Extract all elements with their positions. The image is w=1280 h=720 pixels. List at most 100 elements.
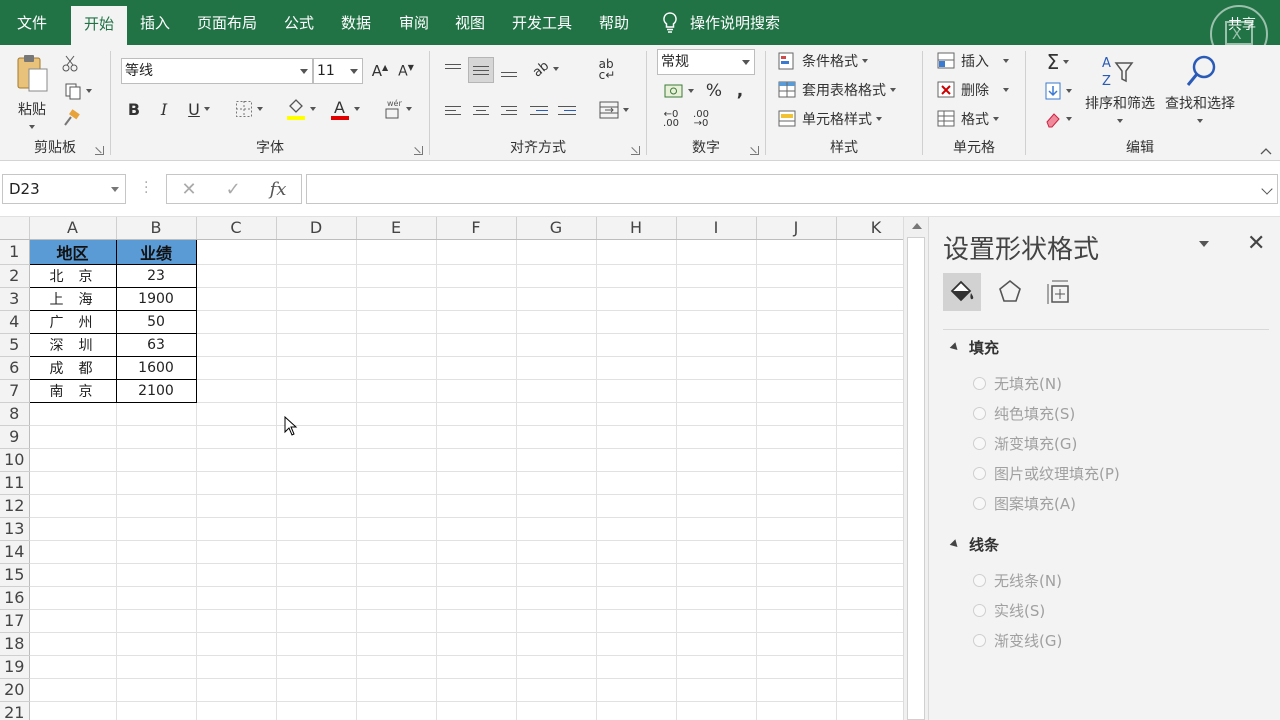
cell[interactable] — [276, 310, 357, 334]
cell[interactable] — [676, 287, 757, 311]
cell[interactable] — [436, 586, 517, 610]
cell[interactable] — [356, 356, 437, 380]
cell[interactable]: 地区 — [28, 238, 117, 265]
column-header[interactable]: J — [756, 217, 837, 240]
cell[interactable] — [276, 356, 357, 380]
format-as-table-button[interactable]: 套用表格格式 — [778, 78, 896, 102]
scrollbar-thumb[interactable] — [907, 237, 925, 720]
cell[interactable] — [676, 356, 757, 380]
cell[interactable] — [756, 310, 837, 334]
cell[interactable] — [196, 701, 277, 720]
cell[interactable]: 50 — [115, 309, 197, 334]
insert-function-icon[interactable]: fx — [270, 179, 287, 200]
gradient-line-option[interactable]: 渐变线(G) — [973, 630, 1062, 651]
cell[interactable] — [116, 632, 197, 656]
column-header[interactable]: F — [436, 217, 517, 240]
alignment-launcher-icon[interactable] — [631, 146, 640, 155]
row-header[interactable]: 14 — [0, 540, 30, 564]
cell[interactable] — [676, 471, 757, 495]
copy-button[interactable] — [60, 81, 96, 101]
cell[interactable]: 业绩 — [115, 238, 197, 265]
cell[interactable] — [356, 586, 437, 610]
tab-review[interactable]: 审阅 — [389, 0, 439, 45]
cell[interactable] — [516, 333, 597, 357]
cell[interactable] — [676, 264, 757, 288]
cell[interactable] — [196, 356, 277, 380]
row-header[interactable]: 4 — [0, 310, 30, 334]
increase-decimal-button[interactable]: ←0.00 — [657, 107, 685, 131]
cell[interactable] — [516, 517, 597, 541]
cell[interactable] — [356, 333, 437, 357]
cell[interactable] — [596, 264, 677, 288]
cell[interactable] — [436, 333, 517, 357]
select-all-corner[interactable] — [0, 217, 30, 240]
font-color-button[interactable]: A — [325, 95, 365, 123]
cell[interactable] — [276, 287, 357, 311]
cell[interactable] — [116, 655, 197, 679]
cell[interactable] — [516, 239, 597, 265]
font-launcher-icon[interactable] — [414, 146, 423, 155]
cell[interactable] — [29, 678, 117, 702]
cell[interactable] — [196, 425, 277, 449]
cell[interactable] — [676, 333, 757, 357]
cell[interactable]: 广州 — [28, 309, 117, 334]
cell[interactable] — [276, 701, 357, 720]
cell[interactable] — [756, 563, 837, 587]
cell[interactable] — [516, 425, 597, 449]
cell[interactable] — [29, 448, 117, 472]
cell[interactable] — [756, 655, 837, 679]
cell[interactable] — [436, 287, 517, 311]
cell[interactable] — [436, 448, 517, 472]
paste-button[interactable]: 粘贴 — [12, 51, 52, 131]
cell[interactable] — [196, 402, 277, 426]
cell[interactable] — [756, 586, 837, 610]
cell[interactable] — [516, 494, 597, 518]
cell[interactable] — [516, 609, 597, 633]
cell[interactable] — [756, 678, 837, 702]
drag-handle-icon[interactable]: · · · — [144, 176, 148, 200]
cut-button[interactable] — [60, 53, 80, 73]
cell[interactable] — [196, 287, 277, 311]
cell[interactable] — [516, 310, 597, 334]
cell[interactable] — [29, 701, 117, 720]
cell[interactable] — [756, 264, 837, 288]
tab-view[interactable]: 视图 — [445, 0, 495, 45]
font-name-combo[interactable]: 等线 — [121, 58, 313, 84]
cell[interactable] — [116, 425, 197, 449]
column-header[interactable]: D — [276, 217, 357, 240]
cell[interactable] — [116, 701, 197, 720]
cell[interactable] — [29, 494, 117, 518]
align-center-button[interactable] — [468, 97, 494, 123]
cell[interactable] — [116, 540, 197, 564]
align-left-button[interactable] — [440, 97, 466, 123]
row-header[interactable]: 5 — [0, 333, 30, 357]
cell[interactable] — [116, 678, 197, 702]
cell[interactable] — [676, 655, 757, 679]
cell[interactable] — [436, 425, 517, 449]
cell[interactable] — [196, 448, 277, 472]
decrease-font-button[interactable]: A▼ — [395, 59, 417, 83]
cell[interactable] — [356, 239, 437, 265]
format-cells-button[interactable]: 格式 — [937, 107, 999, 131]
cell[interactable] — [29, 586, 117, 610]
tab-developer[interactable]: 开发工具 — [504, 0, 580, 45]
clear-button[interactable] — [1038, 107, 1078, 131]
borders-button[interactable] — [229, 97, 269, 121]
cell[interactable] — [676, 310, 757, 334]
cell[interactable] — [596, 333, 677, 357]
cell[interactable] — [196, 609, 277, 633]
cell[interactable] — [276, 609, 357, 633]
cell[interactable] — [116, 609, 197, 633]
cell[interactable] — [596, 379, 677, 403]
cell[interactable] — [596, 448, 677, 472]
cell[interactable] — [516, 540, 597, 564]
fill-section-header[interactable]: 填充 — [949, 337, 999, 358]
tab-home[interactable]: 开始 — [71, 6, 127, 45]
cell[interactable] — [676, 586, 757, 610]
cell[interactable] — [196, 494, 277, 518]
cell[interactable] — [356, 287, 437, 311]
cell[interactable] — [196, 239, 277, 265]
format-painter-button[interactable] — [60, 107, 82, 129]
cell[interactable] — [196, 310, 277, 334]
cell[interactable] — [516, 678, 597, 702]
